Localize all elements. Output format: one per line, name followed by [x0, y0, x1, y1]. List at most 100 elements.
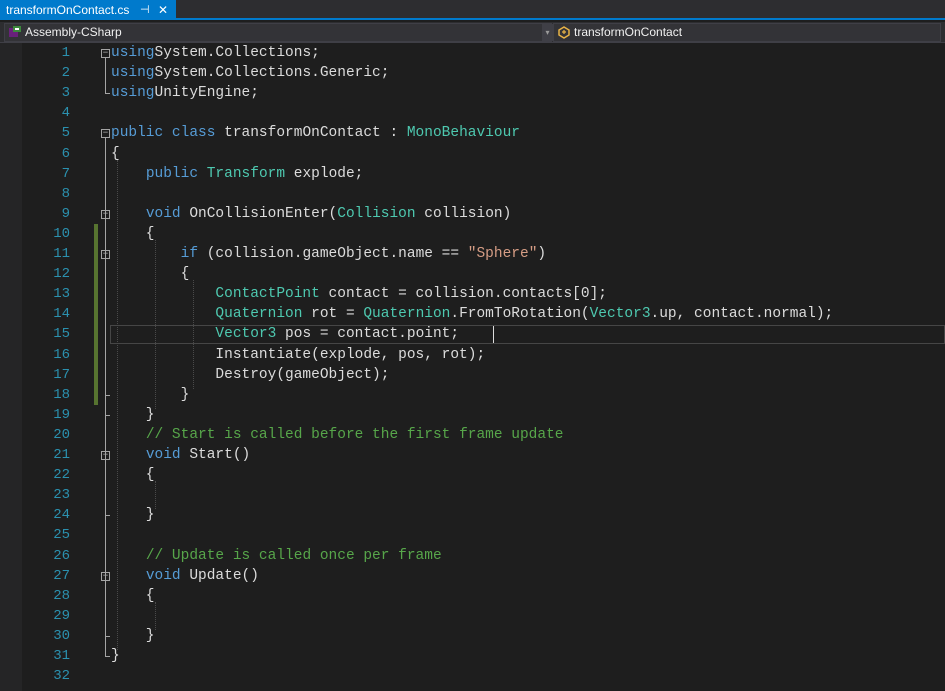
code-line[interactable]: 4 — [0, 103, 945, 123]
code-text: void OnCollisionEnter(Collision collisio… — [111, 204, 512, 224]
code-line[interactable]: 7 public Transform explode; — [0, 164, 945, 184]
code-token: using — [111, 85, 155, 102]
line-number: 3 — [61, 85, 70, 102]
code-line[interactable]: 8 — [0, 184, 945, 204]
code-line[interactable]: 20 // Start is called before the first f… — [0, 425, 945, 445]
code-line[interactable]: 23 — [0, 485, 945, 505]
code-line[interactable]: 13 ContactPoint contact = collision.cont… — [0, 284, 945, 304]
csharp-project-icon — [9, 26, 21, 37]
code-line[interactable]: 1 usingSystem.Collections; — [0, 43, 945, 63]
line-number: 25 — [53, 527, 70, 544]
text-caret — [493, 326, 494, 344]
code-text: Quaternion rot = Quaternion.FromToRotati… — [111, 304, 833, 324]
code-line[interactable]: 17 Destroy(gameObject); — [0, 365, 945, 385]
indent-guide — [155, 481, 156, 510]
line-number: 21 — [53, 447, 70, 463]
line-number: 12 — [53, 266, 70, 283]
code-line[interactable]: 3 usingUnityEngine; — [0, 83, 945, 103]
line-number: 2 — [61, 65, 70, 82]
fold-guide-end — [105, 394, 110, 396]
line-number: 5 — [61, 125, 70, 142]
code-line[interactable]: 10 { — [0, 224, 945, 244]
code-token: Update() — [189, 567, 259, 584]
code-token: transformOnContact : — [224, 125, 407, 142]
line-number: 1 — [61, 45, 70, 61]
code-token: // Start is called before the first fram… — [145, 426, 564, 443]
code-line[interactable]: 30 } — [0, 626, 945, 646]
code-text: void Start() — [111, 445, 250, 465]
code-token: { — [111, 266, 190, 283]
code-line[interactable]: 16 Instantiate(explode, pos, rot); — [0, 345, 945, 365]
code-line[interactable]: 14 Quaternion rot = Quaternion.FromToRot… — [0, 304, 945, 324]
code-token: Destroy(gameObject); — [111, 366, 390, 383]
pin-icon[interactable]: ⊣ — [140, 0, 150, 20]
code-text: if (collision.gameObject.name == "Sphere… — [111, 244, 546, 264]
fold-guide-line — [105, 58, 106, 94]
code-token: public class — [111, 125, 225, 142]
code-token: System.Collections; — [154, 45, 320, 61]
line-number: 11 — [53, 246, 70, 262]
line-number: 30 — [53, 627, 70, 644]
code-token: ) — [537, 246, 547, 262]
code-line[interactable]: 26 // Update is called once per frame — [0, 546, 945, 566]
fold-guide-line — [105, 259, 106, 395]
close-icon[interactable]: ✕ — [158, 0, 168, 20]
code-token: using — [111, 65, 155, 82]
fold-guide-end — [105, 414, 110, 416]
code-line[interactable]: 21 void Start() — [0, 445, 945, 465]
code-token: (collision.gameObject.name == — [198, 246, 468, 262]
line-number: 13 — [53, 286, 70, 303]
code-line[interactable]: 25 — [0, 525, 945, 545]
line-number: 14 — [53, 306, 70, 323]
chevron-down-icon[interactable]: ▾ — [542, 24, 553, 41]
code-token: } — [111, 386, 190, 403]
fold-guide-end — [105, 635, 110, 637]
line-number: 29 — [53, 607, 70, 624]
line-number: 32 — [53, 668, 70, 685]
code-line[interactable]: 22 { — [0, 465, 945, 485]
code-token: Quaternion — [215, 306, 303, 323]
code-line[interactable]: 18 } — [0, 385, 945, 405]
code-text: public class transformOnContact : MonoBe… — [111, 123, 520, 143]
code-line[interactable]: 19 } — [0, 405, 945, 425]
code-token: void — [145, 205, 190, 222]
fold-guide-end — [105, 656, 110, 657]
code-line[interactable]: 32 — [0, 666, 945, 686]
code-token: if — [180, 246, 199, 262]
code-line[interactable]: 12 { — [0, 264, 945, 284]
document-tab[interactable]: transformOnContact.cs ⊣ ✕ — [0, 0, 176, 20]
code-token: using — [111, 45, 155, 61]
fold-guide-end — [105, 515, 110, 517]
class-dropdown[interactable]: transformOnContact — [553, 23, 941, 42]
code-token: Quaternion — [363, 306, 451, 323]
code-line[interactable]: 6{ — [0, 144, 945, 164]
code-line[interactable]: 9 void OnCollisionEnter(Collision collis… — [0, 204, 945, 224]
code-token: Instantiate(explode, pos, rot); — [111, 346, 486, 363]
code-editor[interactable]: 1 usingSystem.Collections; 2 usingSystem.Co… — [0, 43, 945, 691]
line-number: 20 — [53, 426, 70, 443]
code-token: void — [145, 447, 190, 463]
code-token: Start() — [189, 447, 251, 463]
code-line[interactable]: 11 if (collision.gameObject.name == "Sph… — [0, 244, 945, 264]
collapse-icon[interactable]: − — [101, 129, 110, 139]
code-line[interactable]: 29 — [0, 606, 945, 626]
code-line[interactable]: 31} — [0, 646, 945, 666]
project-dropdown[interactable]: Assembly-CSharp ▾ — [4, 23, 553, 42]
line-number: 15 — [53, 326, 70, 343]
line-number: 8 — [61, 185, 70, 202]
code-text: Destroy(gameObject); — [111, 365, 389, 385]
code-token: "Sphere" — [467, 246, 538, 262]
code-line[interactable]: 27 void Update() — [0, 566, 945, 586]
collapse-icon[interactable]: − — [101, 49, 110, 58]
code-text: void Update() — [111, 566, 259, 586]
code-line[interactable]: 24 } — [0, 505, 945, 525]
code-token: .FromToRotation( — [450, 306, 590, 323]
code-line[interactable]: 2 usingSystem.Collections.Generic; — [0, 63, 945, 83]
indent-guide — [155, 239, 156, 409]
code-token: collision) — [415, 205, 512, 222]
code-line[interactable]: 28 { — [0, 586, 945, 606]
code-line[interactable]: 5 public class transformOnContact : MonoB… — [0, 123, 945, 143]
code-token: // Update is called once per frame — [145, 547, 442, 564]
line-number: 9 — [61, 205, 70, 222]
line-number: 22 — [53, 467, 70, 484]
